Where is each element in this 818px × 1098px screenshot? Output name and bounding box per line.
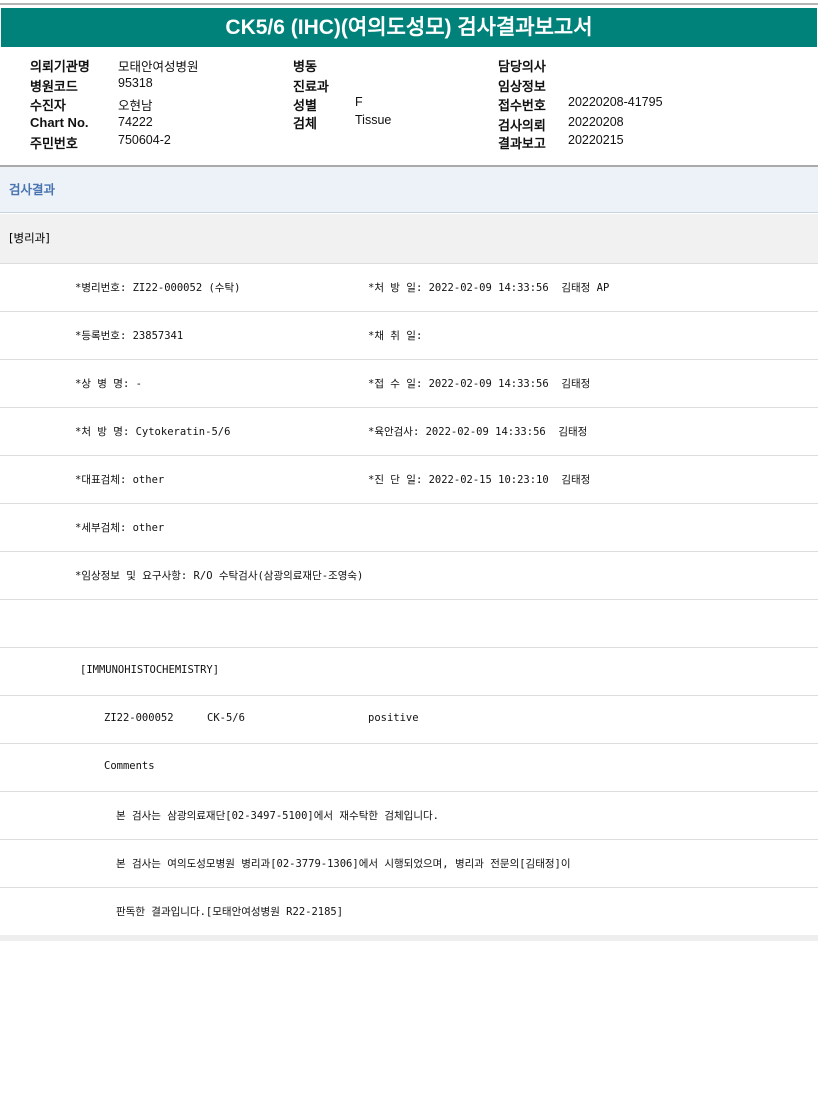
row-left: *상 병 명: - [75,378,142,390]
bottom-divider [0,935,818,941]
result-row: *임상정보 및 요구사항: R/O 수탁검사(삼광의료재단-조영숙) [0,552,818,600]
row-left: *처 방 명: Cytokeratin-5/6 [75,426,231,438]
row-left: *임상정보 및 요구사항: R/O 수탁검사(삼광의료재단-조영숙) [75,570,364,582]
row-left: *세부검체: other [75,522,165,534]
result-row: *상 병 명: - *접 수 일: 2022-02-09 14:33:56 김태… [0,360,818,408]
comment-text: 판독한 결과입니다.[모태안여성병원 R22-2185] [116,906,344,918]
info-label: 성별 [293,98,317,113]
ihc-specimen: ZI22-000052 [104,712,174,724]
info-label: 병동 [293,59,317,74]
info-label: 병원코드 [30,79,78,94]
info-value: 20220208-41795 [568,95,663,109]
top-divider [0,3,818,5]
result-row: *처 방 명: Cytokeratin-5/6 *육안검사: 2022-02-0… [0,408,818,456]
info-value: F [355,95,363,109]
info-value: 오현남 [118,99,153,113]
ihc-result: positive [368,712,419,724]
result-row: *세부검체: other [0,504,818,552]
row-left: *대표검체: other [75,474,165,486]
row-right: *채 취 일: [368,330,423,342]
info-label: 임상정보 [498,79,546,94]
comment-row: 판독한 결과입니다.[모태안여성병원 R22-2185] [0,888,818,936]
row-right: *진 단 일: 2022-02-15 10:23:10 김태정 [368,474,591,486]
info-label: 의뢰기관명 [30,59,90,74]
department-label: [병리과] [0,214,818,264]
ihc-header: [IMMUNOHISTOCHEMISTRY] [80,664,220,676]
report-title: CK5/6 (IHC)(여의도성모) 검사결과보고서 [1,8,817,47]
info-label: 검체 [293,116,317,131]
ihc-marker: CK-5/6 [207,712,245,724]
ihc-result-row: ZI22-000052 CK-5/6 positive [0,696,818,744]
row-left: *병리번호: ZI22-000052 (수탁) [75,282,241,294]
info-label: 주민번호 [30,136,78,151]
info-value: 95318 [118,76,153,90]
comments-label: Comments [104,760,155,772]
blank-row [0,600,818,648]
info-value: 모태안여성병원 [118,60,199,74]
info-label: 검사의뢰 [498,118,546,133]
info-label: 담당의사 [498,59,546,74]
ihc-header-row: [IMMUNOHISTOCHEMISTRY] [0,648,818,696]
info-value: 20220208 [568,115,624,129]
info-value: 20220215 [568,133,624,147]
info-value: 74222 [118,115,153,129]
row-right: *육안검사: 2022-02-09 14:33:56 김태정 [368,426,588,438]
comments-label-row: Comments [0,744,818,792]
result-row: *대표검체: other *진 단 일: 2022-02-15 10:23:10… [0,456,818,504]
info-label: 결과보고 [498,136,546,151]
info-label: 수진자 [30,98,66,113]
row-right: *접 수 일: 2022-02-09 14:33:56 김태정 [368,378,591,390]
info-label: 진료과 [293,79,329,94]
result-row: *등록번호: 23857341 *채 취 일: [0,312,818,360]
section-title: 검사결과 [0,165,818,213]
info-label: 접수번호 [498,98,546,113]
result-row: *병리번호: ZI22-000052 (수탁) *처 방 일: 2022-02-… [0,264,818,312]
info-value: Tissue [355,113,392,127]
comment-text: 본 검사는 삼광의료재단[02-3497-5100]에서 재수탁한 검체입니다. [116,810,439,822]
info-value: 750604-2 [118,133,171,147]
comment-row: 본 검사는 여의도성모병원 병리과[02-3779-1306]에서 시행되었으며… [0,840,818,888]
comment-row: 본 검사는 삼광의료재단[02-3497-5100]에서 재수탁한 검체입니다. [0,792,818,840]
info-label: Chart No. [30,115,89,130]
comment-text: 본 검사는 여의도성모병원 병리과[02-3779-1306]에서 시행되었으며… [116,858,571,870]
row-left: *등록번호: 23857341 [75,330,184,342]
row-right: *처 방 일: 2022-02-09 14:33:56 김태정 AP [368,282,610,294]
